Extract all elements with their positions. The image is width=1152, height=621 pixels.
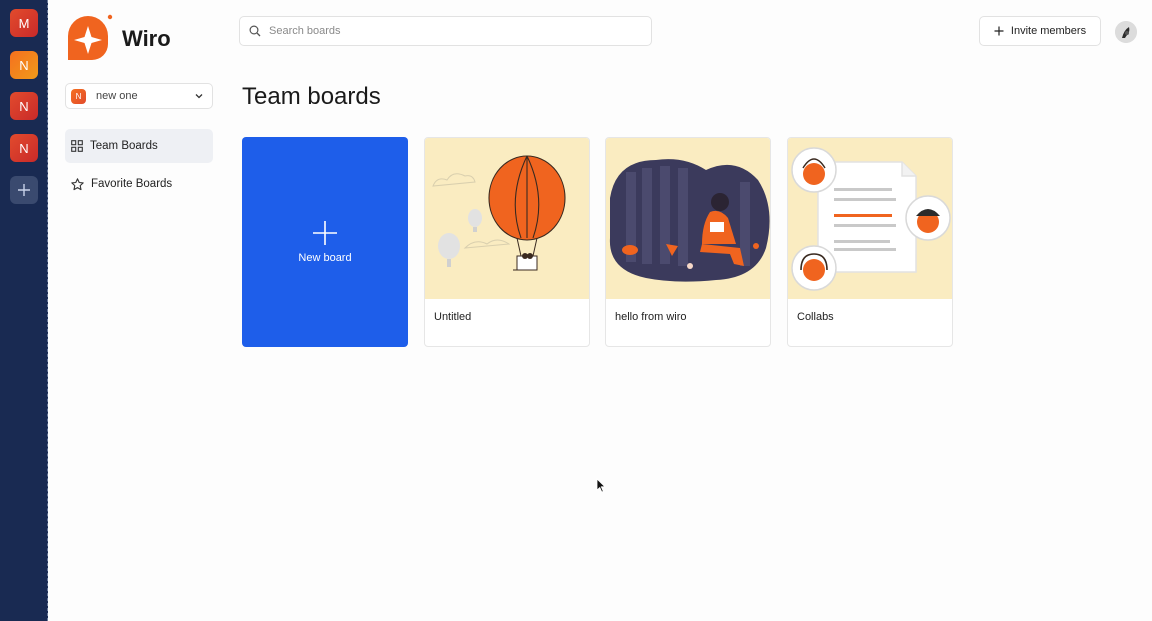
org-letter: N	[19, 140, 29, 156]
grid-icon	[71, 140, 83, 152]
board-name: Collabs	[797, 311, 834, 323]
user-avatar[interactable]	[1115, 21, 1137, 43]
star-icon	[71, 177, 84, 190]
board-thumbnail	[606, 138, 770, 299]
plus-icon	[313, 221, 337, 245]
chevron-down-icon	[195, 94, 203, 99]
board-thumbnail	[425, 138, 589, 299]
search-box[interactable]	[239, 16, 652, 46]
board-name: hello from wiro	[615, 311, 687, 323]
person-reading-illustration	[609, 159, 770, 282]
page-title: Team boards	[242, 83, 381, 110]
team-avatar: N	[71, 88, 86, 104]
plus-icon	[18, 184, 30, 196]
org-switch-n-3[interactable]: N	[10, 134, 38, 162]
add-org-button[interactable]	[10, 176, 38, 204]
org-switch-n-2[interactable]: N	[10, 92, 38, 120]
nav-favorite-boards-label: Favorite Boards	[91, 178, 173, 190]
invite-members-button[interactable]: Invite members	[979, 16, 1101, 46]
logo-text: Wiro	[122, 26, 171, 51]
org-switch-n-1[interactable]: N	[10, 51, 38, 79]
team-select[interactable]: N new one	[65, 83, 213, 109]
nav-team-boards-label: Team Boards	[90, 140, 158, 152]
org-letter: N	[19, 98, 29, 114]
wiro-logo-icon	[68, 14, 113, 60]
plus-icon	[994, 26, 1004, 36]
invite-members-label: Invite members	[1010, 25, 1087, 37]
sidebar: Wiro N new one Team Boards Favorite Boar…	[48, 0, 228, 621]
search-icon	[249, 25, 261, 37]
document-collaborators-illustration	[791, 147, 951, 291]
org-rail: M N N N	[0, 0, 48, 621]
board-card-hello-from-wiro[interactable]: hello from wiro	[605, 137, 771, 347]
wiro-logo[interactable]: Wiro	[64, 14, 171, 64]
nav-favorite-boards[interactable]: Favorite Boards	[65, 167, 213, 201]
board-card-untitled[interactable]: Untitled	[424, 137, 590, 347]
org-letter: N	[19, 57, 29, 73]
team-select-value: new one	[96, 90, 138, 102]
board-name: Untitled	[434, 311, 472, 323]
user-avatar-image	[1115, 21, 1137, 43]
new-board-label: New board	[298, 252, 352, 264]
board-card-collabs[interactable]: Collabs	[787, 137, 953, 347]
nav-team-boards[interactable]: Team Boards	[65, 129, 213, 163]
org-letter: M	[18, 15, 30, 31]
new-board-button[interactable]: New board	[242, 137, 408, 347]
board-thumbnail	[788, 138, 952, 299]
hot-air-balloon-illustration	[432, 155, 566, 271]
search-input[interactable]	[269, 25, 629, 37]
mouse-cursor-icon	[596, 478, 606, 493]
org-switch-m[interactable]: M	[10, 9, 38, 37]
